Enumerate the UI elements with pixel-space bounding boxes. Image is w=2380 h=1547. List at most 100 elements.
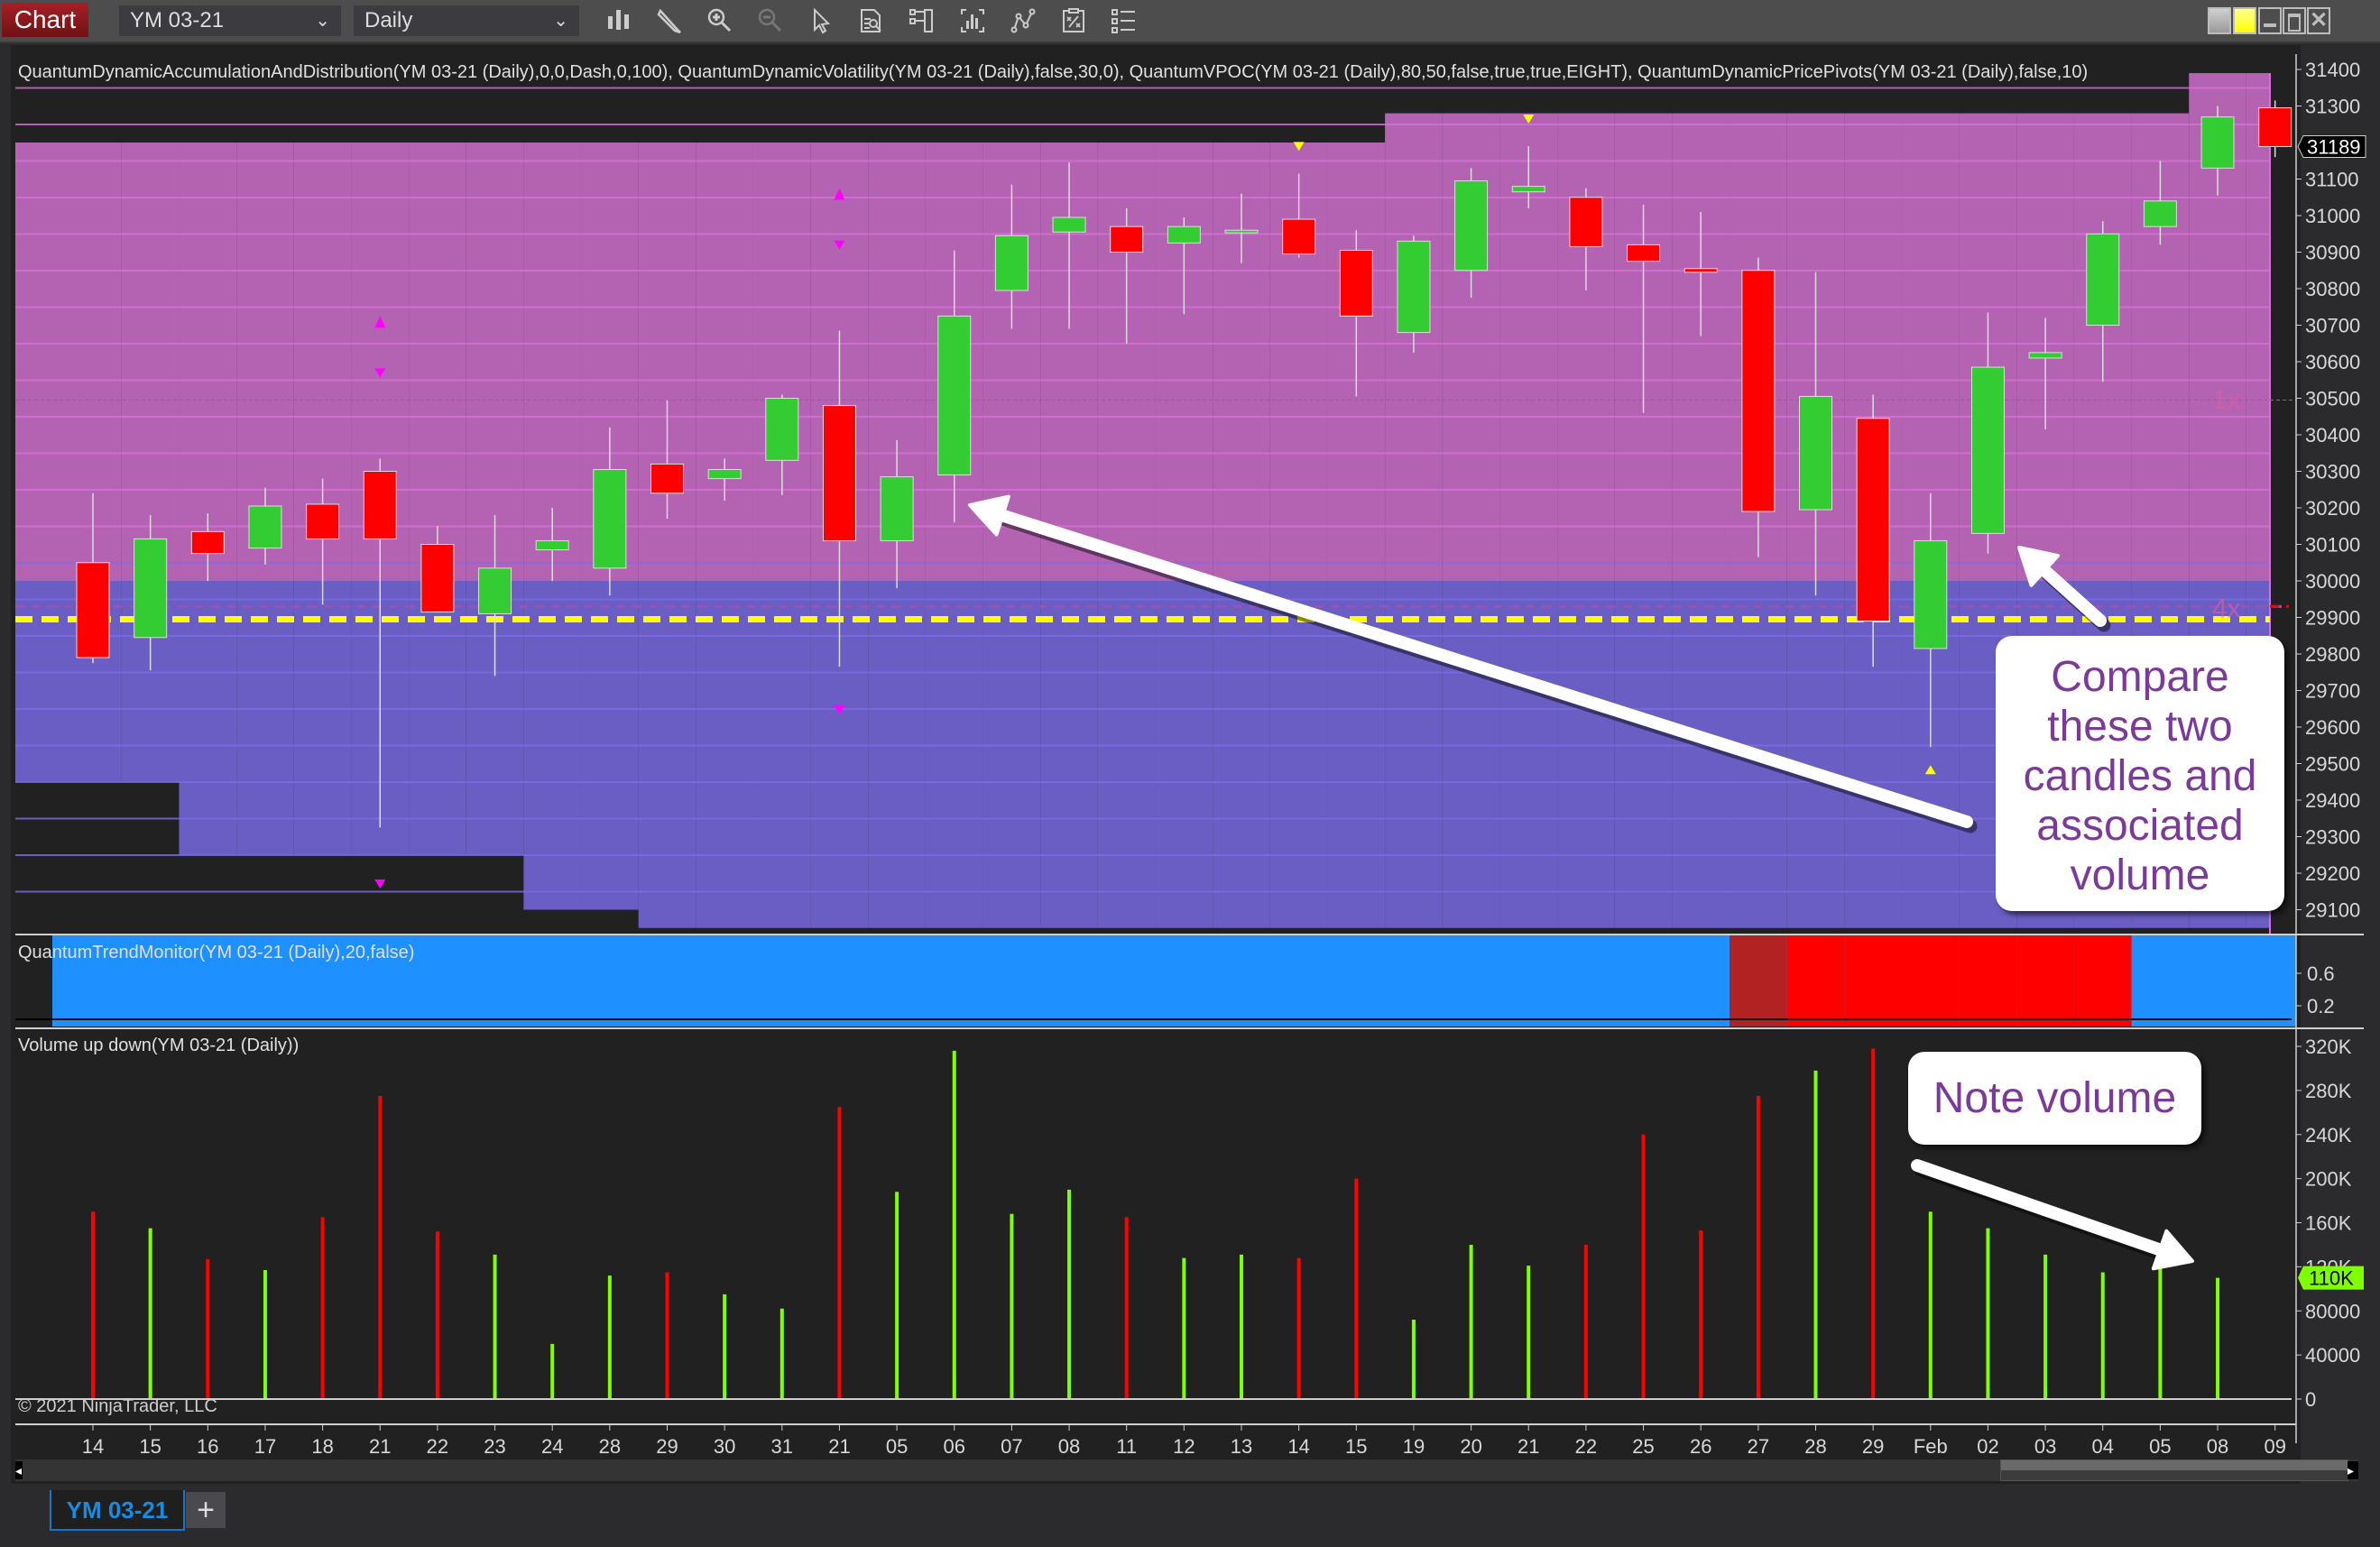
y-tick-label: 30400 bbox=[2305, 424, 2360, 447]
candle-down bbox=[190, 530, 225, 555]
horizontal-scrollbar[interactable]: ◂ ▸ bbox=[15, 1460, 2358, 1481]
accumulation-zone bbox=[1269, 581, 1328, 928]
accumulation-zone bbox=[696, 581, 753, 928]
x-tick-label: 15 bbox=[1345, 1435, 1367, 1458]
x-tick-label: 28 bbox=[599, 1435, 621, 1458]
x-tick-label: 26 bbox=[1690, 1435, 1711, 1458]
candle-down bbox=[822, 405, 856, 541]
y-tick-label: 31000 bbox=[2305, 205, 2360, 227]
y-tick-label: 29300 bbox=[2305, 826, 2360, 849]
x-tick-label: 15 bbox=[139, 1435, 161, 1458]
volume-note-text: Note volume bbox=[1933, 1074, 2177, 1122]
candle-up bbox=[1799, 395, 1832, 511]
accumulation-zone bbox=[868, 581, 926, 928]
candle-down bbox=[1741, 270, 1776, 512]
accumulation-zone bbox=[1213, 581, 1270, 928]
scrollbar-thumb[interactable] bbox=[2000, 1460, 2348, 1481]
distribution-zone bbox=[15, 143, 122, 581]
x-tick-label: 13 bbox=[1231, 1435, 1252, 1458]
y-tick-label: 30700 bbox=[2305, 315, 2360, 337]
x-tick-label: 22 bbox=[427, 1435, 448, 1458]
candle-up bbox=[2086, 233, 2120, 326]
x-tick-label: 08 bbox=[2207, 1435, 2228, 1458]
candle-up bbox=[2028, 352, 2062, 359]
candle-down bbox=[1856, 418, 1890, 622]
accumulation-zone bbox=[982, 581, 1041, 928]
accumulation-zone bbox=[1672, 581, 1730, 928]
candle-up bbox=[2143, 200, 2177, 227]
x-tick-label: 23 bbox=[484, 1435, 505, 1458]
accumulation-zone bbox=[638, 581, 696, 928]
distribution-zone bbox=[696, 143, 753, 581]
x-tick-label: 27 bbox=[1748, 1435, 1769, 1458]
candle-up bbox=[707, 468, 742, 480]
accumulation-zone bbox=[1442, 581, 1500, 928]
distribution-zone bbox=[2246, 73, 2270, 582]
accumulation-zone bbox=[1155, 581, 1213, 928]
x-tick-label: 29 bbox=[656, 1435, 678, 1458]
trend-indicator-label: QuantumTrendMonitor(YM 03-21 (Daily),20,… bbox=[18, 943, 414, 962]
tab-ym-03-21[interactable]: YM 03-21 bbox=[50, 1490, 185, 1531]
y-tick-label: 29600 bbox=[2305, 716, 2360, 739]
candle-up bbox=[880, 476, 914, 541]
x-tick-label: 28 bbox=[1804, 1435, 1826, 1458]
x-tick-label: 16 bbox=[197, 1435, 218, 1458]
distribution-zone bbox=[752, 143, 811, 581]
distribution-zone bbox=[1155, 143, 1213, 581]
candle-down bbox=[1569, 197, 1603, 247]
y-tick-label: 30000 bbox=[2305, 570, 2360, 593]
accumulation-zone bbox=[1557, 581, 1615, 928]
volume-tick-label: 40000 bbox=[2305, 1344, 2360, 1367]
last-volume-label: 110K bbox=[2309, 1267, 2354, 1290]
x-tick-label: 08 bbox=[1058, 1435, 1080, 1458]
y-tick-label: 30100 bbox=[2305, 534, 2360, 557]
trend-segment-transition bbox=[1730, 935, 1787, 1027]
y-tick-label: 31400 bbox=[2305, 59, 2360, 81]
x-tick-label: 14 bbox=[82, 1435, 104, 1458]
x-tick-label: 24 bbox=[541, 1435, 563, 1458]
x-tick-label: 21 bbox=[369, 1435, 391, 1458]
compare-note-text: Compare these two candles and associated… bbox=[2023, 653, 2257, 899]
volume-tick-label: 240K bbox=[2305, 1124, 2352, 1146]
x-tick-label: 04 bbox=[2092, 1435, 2114, 1458]
y-tick-label: 29900 bbox=[2305, 607, 2360, 630]
volume-tick-label: 280K bbox=[2305, 1080, 2352, 1102]
candle-down bbox=[306, 503, 340, 539]
x-tick-label: 05 bbox=[886, 1435, 908, 1458]
candle-up bbox=[1511, 186, 1545, 193]
y-tick-label: 29400 bbox=[2305, 789, 2360, 812]
y-tick-label: 30800 bbox=[2305, 278, 2360, 300]
add-tab-button[interactable]: + bbox=[186, 1492, 226, 1528]
x-tick-label: 11 bbox=[1116, 1435, 1137, 1458]
candle-up bbox=[535, 539, 569, 551]
x-tick-label: 02 bbox=[1977, 1435, 1998, 1458]
last-price-label: 31189 bbox=[2307, 135, 2361, 158]
accumulation-zone bbox=[1499, 581, 1558, 928]
volume-indicator-label: Volume up down(YM 03-21 (Daily)) bbox=[18, 1036, 299, 1055]
candle-up bbox=[937, 315, 972, 476]
x-tick-label: 17 bbox=[254, 1435, 276, 1458]
trend-tick-label: 0.6 bbox=[2307, 962, 2335, 985]
candle-up bbox=[1167, 226, 1201, 244]
x-tick-label: 25 bbox=[1632, 1435, 1654, 1458]
scroll-left-button[interactable]: ◂ bbox=[15, 1461, 23, 1479]
candle-up bbox=[478, 567, 512, 614]
volume-tick-label: 80000 bbox=[2305, 1300, 2360, 1322]
y-tick-label: 30900 bbox=[2305, 242, 2360, 264]
candle-up bbox=[134, 538, 168, 639]
y-tick-label: 29800 bbox=[2305, 643, 2360, 666]
trend-segment-down bbox=[1901, 935, 1960, 1027]
x-tick-label: 19 bbox=[1403, 1435, 1425, 1458]
volume-tick-label: 200K bbox=[2305, 1168, 2352, 1191]
trend-tick-label: 0.2 bbox=[2307, 995, 2335, 1018]
candle-up bbox=[765, 398, 799, 461]
y-tick-label: 29200 bbox=[2305, 862, 2360, 885]
trend-segment-down bbox=[2016, 935, 2074, 1027]
candle-up bbox=[1970, 366, 2005, 534]
y-tick-label: 30300 bbox=[2305, 461, 2360, 483]
accumulation-zone bbox=[1614, 581, 1673, 928]
candle-down bbox=[2258, 107, 2292, 147]
candle-down bbox=[1110, 226, 1144, 253]
trend-segment-down bbox=[1959, 935, 2017, 1027]
scroll-right-button[interactable]: ▸ bbox=[2348, 1461, 2358, 1479]
